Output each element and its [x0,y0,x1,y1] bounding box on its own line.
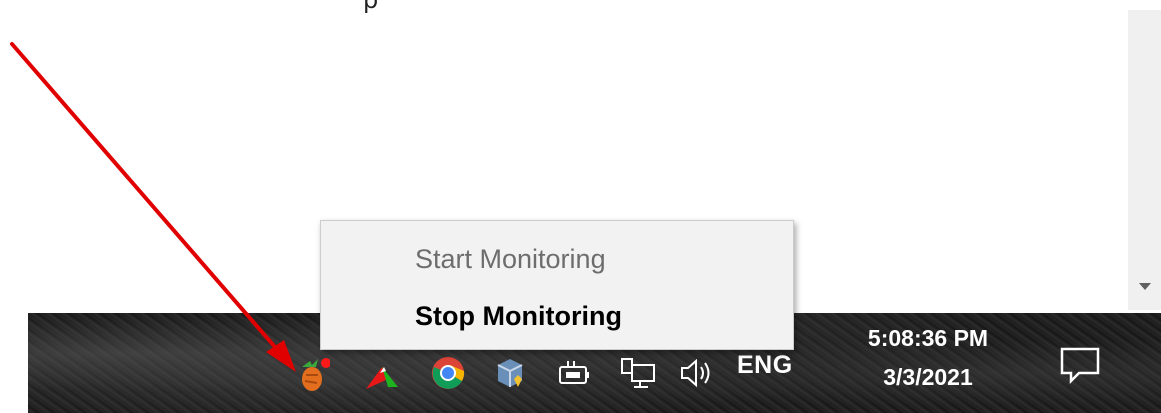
action-center-button[interactable] [1044,339,1116,391]
tray-context-menu: Start Monitoring Stop Monitoring [320,220,794,350]
taskbar-clock[interactable]: 5:08:36 PM 3/3/2021 [838,323,1018,403]
red-green-app-icon[interactable] [362,353,402,393]
scroll-down-arrow-icon[interactable] [1139,283,1151,290]
top-text-fragment: p [363,0,379,14]
screenshot-stage: p ENG 5:08:36 PM 3/3/2021 Start Monitori… [0,0,1161,413]
monitoring-app-icon[interactable] [290,353,330,393]
virtualbox-icon[interactable] [490,353,530,393]
input-language-indicator[interactable]: ENG [737,351,793,380]
network-icon[interactable] [618,353,658,393]
chrome-icon[interactable] [428,353,468,393]
menu-item-start-monitoring[interactable]: Start Monitoring [321,233,793,285]
volume-icon[interactable] [676,353,716,393]
action-center-icon [1060,347,1100,384]
clock-time: 5:08:36 PM [867,325,989,351]
menu-item-stop-monitoring[interactable]: Stop Monitoring [321,290,793,342]
vertical-scrollbar[interactable] [1128,10,1161,310]
clock-date: 3/3/2021 [883,364,973,390]
battery-plug-icon[interactable] [554,353,594,393]
